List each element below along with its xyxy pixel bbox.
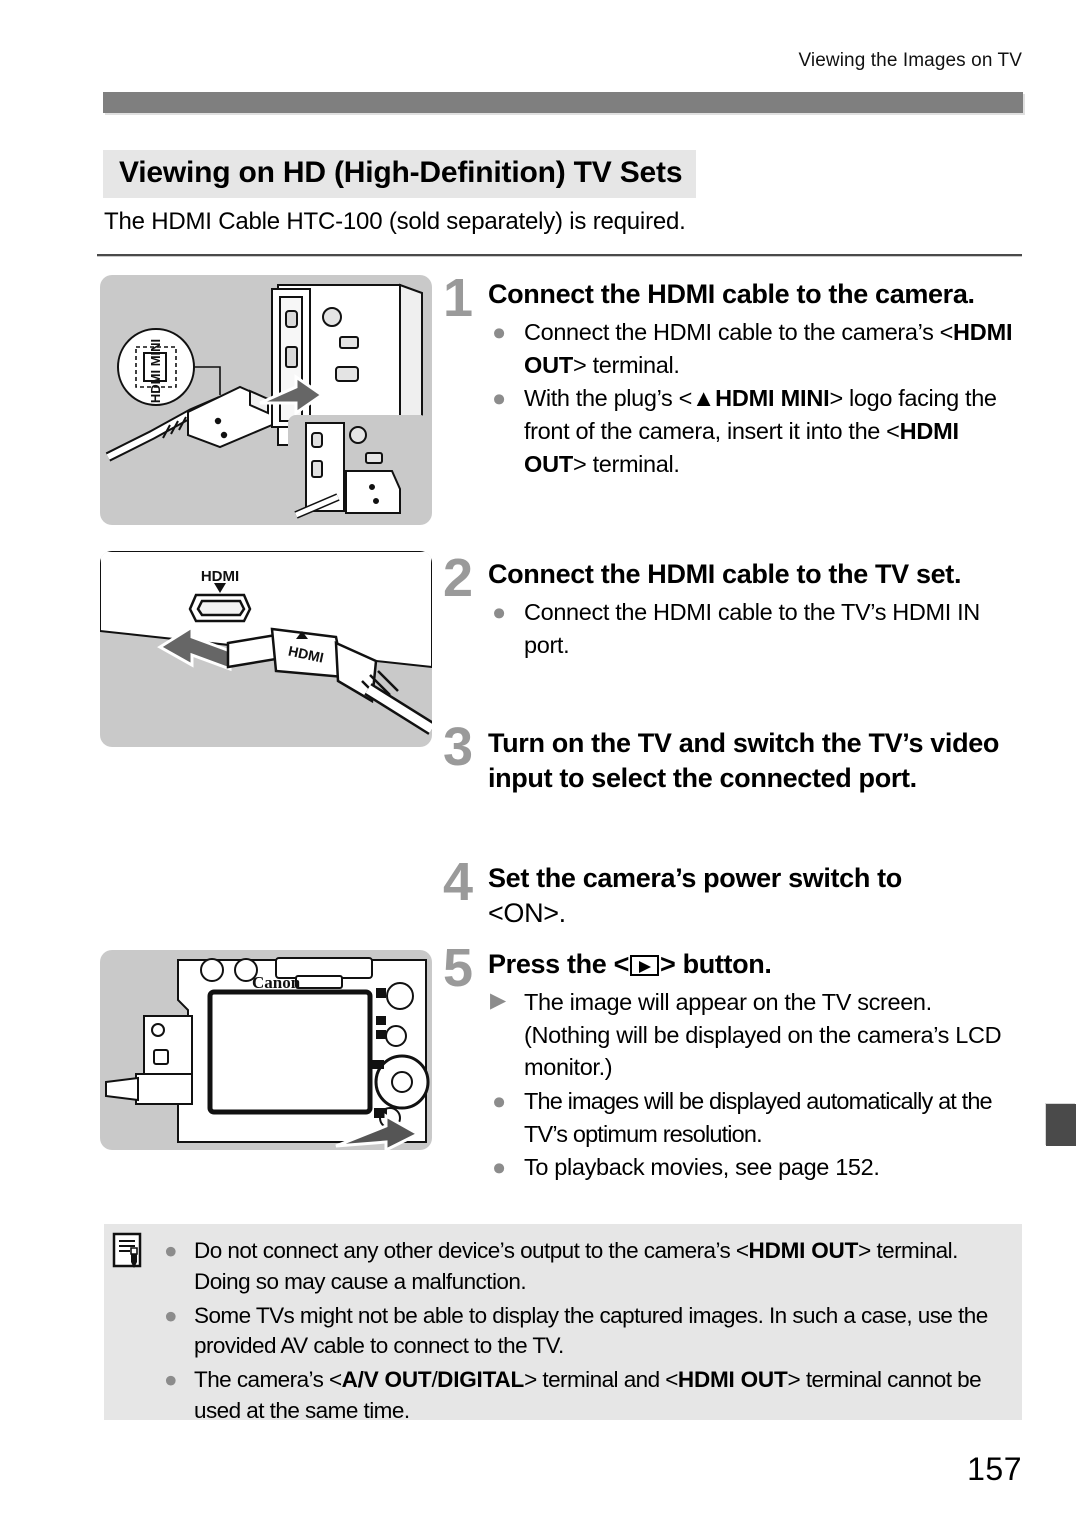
list-item: ● To playback movies, see page 152. bbox=[488, 1151, 1024, 1184]
section-intro-text: The HDMI Cable HTC-100 (sold separately)… bbox=[104, 208, 686, 235]
list-item-text: Connect the HDMI cable to the TV’s HDMI … bbox=[524, 599, 980, 658]
note-callout-box: ● Do not connect any other device’s outp… bbox=[104, 1224, 1022, 1423]
list-item: ● Do not connect any other device’s outp… bbox=[164, 1238, 958, 1294]
step-3-number: 3 bbox=[442, 717, 474, 777]
list-item: ● Connect the HDMI cable to the TV’s HDM… bbox=[488, 596, 1024, 661]
running-header-title: Viewing the Images on TV bbox=[798, 50, 1022, 71]
camera-rear-playback-button-illustration: Canon bbox=[100, 950, 432, 1150]
svg-text:Canon: Canon bbox=[252, 973, 301, 992]
playback-button-icon bbox=[630, 955, 659, 976]
step-4-title: Set the camera’s power switch to <ON>. bbox=[488, 863, 902, 929]
svg-text:HDMI MINI: HDMI MINI bbox=[148, 339, 163, 403]
step-4: 4 Set the camera’s power switch to <ON>. bbox=[432, 855, 1024, 931]
list-item: ● With the plug’s <▲HDMI MINI> logo faci… bbox=[488, 382, 1024, 480]
step-5-bullets: ▶ The image will appear on the TV screen… bbox=[488, 986, 1024, 1184]
bullet-dot-icon: ● bbox=[492, 599, 506, 626]
step-2: 2 Connect the HDMI cable to the TV set. … bbox=[432, 551, 1024, 662]
step-2-number: 2 bbox=[442, 548, 474, 608]
list-item-text: To playback movies, see page 152. bbox=[524, 1154, 880, 1181]
bullet-dot-icon: ● bbox=[492, 385, 506, 412]
step-1-title: Connect the HDMI cable to the camera. bbox=[488, 279, 975, 309]
bullet-dot-icon: ● bbox=[164, 1367, 178, 1393]
horizontal-divider bbox=[97, 254, 1022, 256]
hdmi-cable-to-camera-illustration: HDMI MINI bbox=[100, 275, 432, 525]
list-item: ● The images will be displayed automatic… bbox=[488, 1085, 1024, 1150]
hdmi-cable-to-tv-illustration: HDMI HDMI bbox=[100, 551, 432, 747]
bullet-dot-icon: ● bbox=[492, 319, 506, 346]
page-title: Viewing on HD (High-Definition) TV Sets bbox=[103, 150, 697, 198]
bullet-dot-icon: ● bbox=[492, 1088, 506, 1115]
svg-text:HDMI: HDMI bbox=[201, 568, 239, 585]
step-1: 1 Connect the HDMI cable to the camera. … bbox=[432, 271, 1024, 481]
list-item: ▶ The image will appear on the TV screen… bbox=[488, 986, 1024, 1084]
step-2-title: Connect the HDMI cable to the TV set. bbox=[488, 559, 962, 589]
step-5-title: Press the < > button. bbox=[488, 949, 772, 979]
list-item: ● The camera’s <A/V OUT/DIGITAL> termina… bbox=[164, 1367, 982, 1424]
bullet-triangle-icon: ▶ bbox=[490, 989, 506, 1013]
list-item-text: The images will be displayed automatical… bbox=[524, 1088, 993, 1147]
chapter-edge-tab bbox=[1046, 1104, 1076, 1146]
step-1-bullets: ● Connect the HDMI cable to the camera’s… bbox=[488, 316, 1024, 480]
step-4-number: 4 bbox=[442, 852, 474, 912]
header-rule-bar bbox=[103, 92, 1023, 113]
bullet-dot-icon: ● bbox=[164, 1238, 178, 1263]
step-3-title: Turn on the TV and switch the TV’s video… bbox=[488, 728, 1000, 794]
bullet-dot-icon: ● bbox=[492, 1154, 506, 1181]
step-1-number: 1 bbox=[442, 268, 474, 328]
list-item-text: The image will appear on the TV screen. … bbox=[524, 989, 1002, 1081]
step-5-number: 5 bbox=[442, 938, 474, 998]
bullet-dot-icon: ● bbox=[164, 1302, 178, 1328]
note-list: ● Do not connect any other device’s outp… bbox=[156, 1236, 1012, 1430]
step-3: 3 Turn on the TV and switch the TV’s vid… bbox=[432, 720, 1024, 796]
step-5: 5 Press the < > button. ▶ The image will … bbox=[432, 941, 1024, 1185]
page-number: 157 bbox=[967, 1451, 1022, 1487]
step-2-bullets: ● Connect the HDMI cable to the TV’s HDM… bbox=[488, 596, 1024, 661]
list-item: ● Some TVs might not be able to display … bbox=[156, 1301, 1012, 1363]
list-item-text: Some TVs might not be able to display th… bbox=[194, 1302, 988, 1359]
note-pencil-icon bbox=[112, 1232, 142, 1268]
list-item: ● Connect the HDMI cable to the camera’s… bbox=[488, 316, 1024, 381]
